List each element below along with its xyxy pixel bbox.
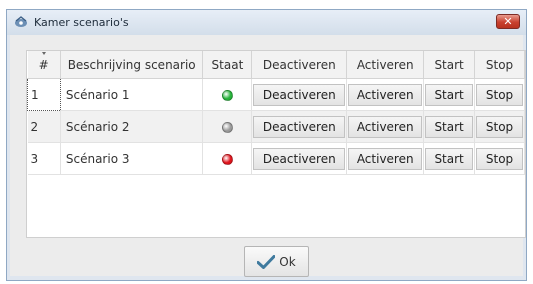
start-button[interactable]: Start	[425, 115, 474, 138]
scenario-description: Scénario 3	[60, 142, 204, 175]
close-icon: ✕	[503, 15, 513, 28]
start-button[interactable]: Start	[425, 147, 474, 170]
table-row[interactable]: 2 Scénario 2 Deactiveren Activeren Start…	[27, 110, 525, 143]
table-row[interactable]: 1 Scénario 1 Deactiveren Activeren Start…	[27, 78, 525, 111]
scenario-description: Scénario 1	[60, 78, 204, 111]
stop-button[interactable]: Stop	[476, 115, 523, 138]
start-button[interactable]: Start	[425, 83, 474, 106]
deactivate-button[interactable]: Deactiveren	[253, 83, 346, 106]
deactivate-button[interactable]: Deactiveren	[253, 115, 346, 138]
close-button[interactable]: ✕	[496, 14, 520, 29]
status-indicator-icon	[221, 153, 233, 165]
stop-button[interactable]: Stop	[476, 83, 523, 106]
deactivate-button[interactable]: Deactiveren	[253, 147, 346, 170]
column-header-state[interactable]: Staat	[202, 51, 253, 79]
ok-label: Ok	[279, 254, 296, 269]
dialog-content: # Beschrijving scenario Staat Deactivere…	[10, 35, 526, 277]
sort-indicator-icon	[41, 52, 46, 55]
checkmark-icon	[257, 254, 276, 269]
scenario-table: # Beschrijving scenario Staat Deactivere…	[26, 50, 526, 238]
status-indicator-icon	[221, 121, 233, 133]
row-number: 2	[27, 110, 61, 143]
status-indicator-icon	[221, 89, 233, 101]
scenario-dialog: Kamer scenario's ✕ # Beschrijving scenar…	[6, 9, 527, 281]
state-cell	[202, 142, 253, 175]
state-cell	[202, 110, 253, 143]
activate-button[interactable]: Activeren	[348, 115, 423, 138]
row-number: 3	[27, 142, 61, 175]
activate-button[interactable]: Activeren	[348, 83, 423, 106]
table-row[interactable]: 3 Scénario 3 Deactiveren Activeren Start…	[27, 142, 525, 175]
column-header-number[interactable]: #	[27, 51, 61, 79]
scenario-description: Scénario 2	[60, 110, 204, 143]
row-number: 1	[27, 78, 61, 111]
app-icon	[15, 16, 27, 27]
column-header-description[interactable]: Beschrijving scenario	[60, 51, 204, 79]
stop-button[interactable]: Stop	[476, 147, 523, 170]
column-header-activate[interactable]: Activeren	[346, 51, 425, 79]
state-cell	[202, 78, 253, 111]
ok-button[interactable]: Ok	[244, 246, 309, 277]
window-title: Kamer scenario's	[34, 16, 129, 29]
title-bar: Kamer scenario's ✕	[7, 10, 526, 35]
column-header-stop[interactable]: Stop	[474, 51, 525, 79]
table-header: # Beschrijving scenario Staat Deactivere…	[27, 51, 525, 79]
activate-button[interactable]: Activeren	[348, 147, 423, 170]
column-header-deactivate[interactable]: Deactiveren	[251, 51, 348, 79]
column-header-start[interactable]: Start	[423, 51, 476, 79]
